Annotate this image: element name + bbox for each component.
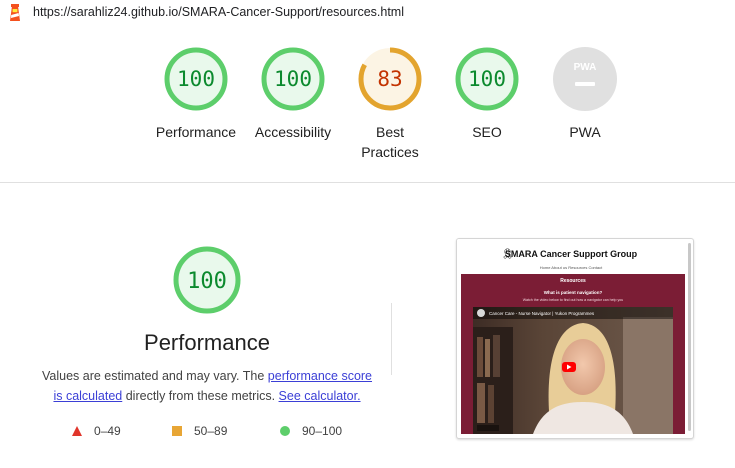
gauge-score: 100: [468, 67, 506, 91]
vertical-divider: [391, 303, 392, 375]
score-gauge: 100: [455, 47, 519, 111]
gauge-label: SEO: [472, 124, 502, 140]
desc-text: directly from these metrics.: [122, 389, 279, 403]
gauge-label: Accessibility: [254, 124, 332, 140]
legend-fail: 0–49: [72, 424, 121, 438]
category-gauges: 100 Performance 100 Accessibility 83 Bes…: [0, 44, 735, 174]
video-thumbnail: Cancer Care - Nurse Navigator | Yukon Pr…: [473, 307, 673, 434]
screenshot-question: What is patient navigation?: [543, 290, 603, 295]
legend-range: 0–49: [94, 424, 121, 438]
performance-score-gauge: 100: [173, 246, 241, 314]
gauge-best-practices[interactable]: 83 Best Practices: [340, 44, 440, 162]
legend-average: 50–89: [172, 424, 227, 438]
performance-section: 100 Performance Values are estimated and…: [0, 183, 735, 468]
performance-description: Values are estimated and may vary. The p…: [40, 366, 374, 406]
screenshot-site-title: SMARA Cancer Support Group: [504, 249, 638, 259]
performance-title: Performance: [144, 330, 270, 355]
score-gauge: 100: [164, 47, 228, 111]
pwa-badge-text: PWA: [574, 62, 597, 73]
desc-text: Values are estimated and may vary. The: [41, 369, 268, 383]
screenshot-nav: Home About us Resources Contact: [539, 265, 603, 270]
gauge-label: Performance: [155, 124, 237, 140]
screenshot-section-title: Resources: [560, 278, 586, 284]
screenshot-content: Resources What is patient navigation? Wa…: [461, 274, 685, 434]
page-url[interactable]: https://sarahliz24.github.io/SMARA-Cance…: [33, 5, 404, 19]
screenshot-subtitle: Watch the video below to find out how a …: [522, 298, 624, 302]
performance-score: 100: [187, 269, 227, 294]
gauge-label-line1: Best: [375, 124, 404, 140]
gauge-score: 100: [177, 67, 215, 91]
gauge-label: Best Practices: [340, 122, 440, 162]
video-caption: Cancer Care - Nurse Navigator | Yukon Pr…: [489, 311, 595, 316]
gauge-label-line2: Practices: [361, 144, 419, 160]
pwa-dash-icon: [575, 82, 595, 86]
gauge-seo[interactable]: 100 SEO: [437, 44, 537, 142]
triangle-icon: [72, 426, 82, 436]
screenshot-site-header: 🎗 SMARA Cancer Support Group Home About …: [457, 239, 685, 273]
legend-range: 50–89: [194, 424, 228, 438]
gauge-score: 83: [377, 67, 402, 91]
legend-pass: 90–100: [280, 424, 342, 438]
square-icon: [172, 426, 182, 436]
gauge-performance[interactable]: 100 Performance: [146, 44, 246, 142]
gauge-label: PWA: [569, 124, 601, 140]
legend-range: 90–100: [302, 424, 343, 438]
pwa-badge: PWA: [553, 47, 617, 111]
see-calculator-link[interactable]: See calculator.: [279, 389, 361, 403]
screenshot-scrollbar: [688, 243, 691, 431]
gauge-pwa[interactable]: PWA PWA: [535, 44, 635, 142]
score-gauge: 100: [261, 47, 325, 111]
report-header: https://sarahliz24.github.io/SMARA-Cance…: [0, 0, 735, 26]
circle-icon: [280, 426, 290, 436]
lighthouse-icon: [10, 4, 20, 21]
final-screenshot[interactable]: 🎗 SMARA Cancer Support Group Home About …: [456, 238, 694, 439]
gauge-accessibility[interactable]: 100 Accessibility: [243, 44, 343, 142]
gauge-score: 100: [274, 67, 312, 91]
score-gauge: 83: [358, 47, 422, 111]
score-scale-legend: 0–49 50–89 90–100: [70, 424, 370, 440]
